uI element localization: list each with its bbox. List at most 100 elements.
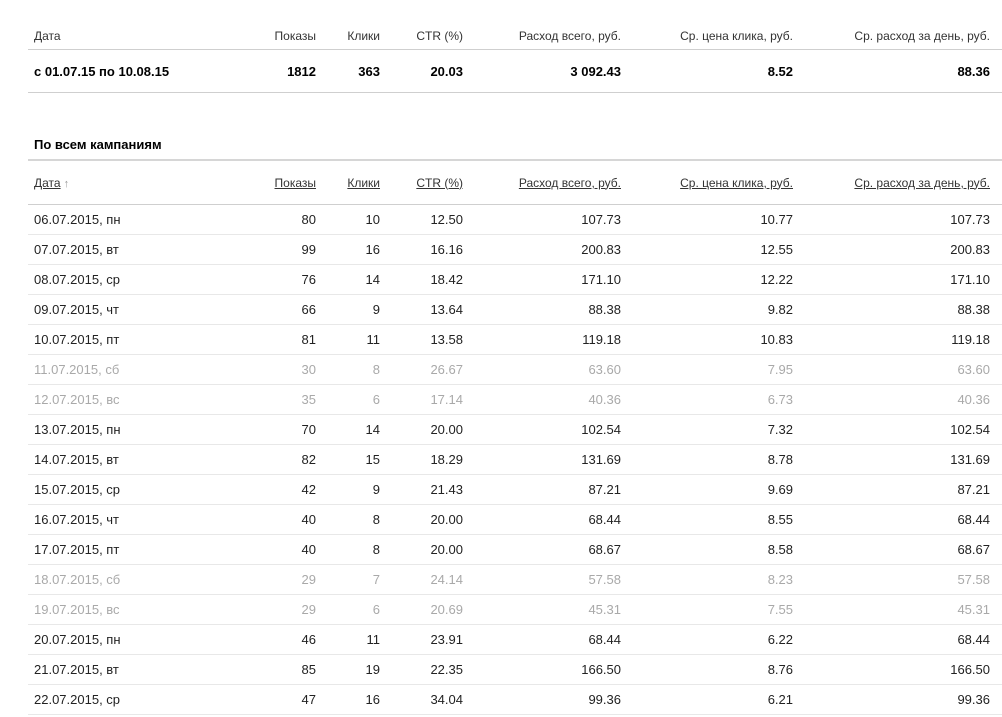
row-spend: 171.10 — [581, 272, 621, 287]
table-row: 06.07.2015, пн 80 10 12.50 107.73 10.77 107.73 — [28, 205, 1002, 235]
row-clicks: 7 — [372, 572, 380, 587]
row-per-day: 68.44 — [957, 512, 990, 527]
row-shows: 46 — [301, 632, 316, 647]
table-row: 17.07.2015, пт 40 8 20.00 68.67 8.58 68.67 — [28, 535, 1002, 565]
summary-per-day-value: 88.36 — [957, 63, 990, 79]
row-cpc: 7.55 — [767, 602, 793, 617]
row-date: 20.07.2015, пн — [34, 632, 121, 647]
table-row: 18.07.2015, сб 29 7 24.14 57.58 8.23 57.58 — [28, 565, 1002, 595]
table-row: 11.07.2015, сб 30 8 26.67 63.60 7.95 63.60 — [28, 355, 1002, 385]
row-shows: 47 — [301, 692, 316, 707]
table-row: 22.07.2015, ср 47 16 34.04 99.36 6.21 99.36 — [28, 685, 1002, 715]
row-clicks: 16 — [365, 692, 380, 707]
row-spend: 88.38 — [588, 302, 621, 317]
row-cpc: 6.21 — [767, 692, 793, 707]
row-cpc: 9.69 — [767, 482, 793, 497]
row-clicks: 19 — [365, 662, 380, 677]
sort-by-shows-header[interactable]: Показы — [208, 176, 316, 190]
table-row: 19.07.2015, вс 29 6 20.69 45.31 7.55 45.31 — [28, 595, 1002, 625]
sort-by-per-day-link[interactable]: Ср. расход за день, руб. — [854, 176, 990, 190]
row-clicks: 10 — [365, 212, 380, 227]
row-spend: 57.58 — [588, 572, 621, 587]
row-cpc: 7.95 — [767, 362, 793, 377]
table-row: 08.07.2015, ср 76 14 18.42 171.10 12.22 171.10 — [28, 265, 1002, 295]
row-shows: 70 — [301, 422, 316, 437]
row-per-day: 68.67 — [957, 542, 990, 557]
row-spend: 63.60 — [588, 362, 621, 377]
row-per-day: 87.21 — [957, 482, 990, 497]
table-row: 14.07.2015, вт 82 15 18.29 131.69 8.78 131.69 — [28, 445, 1002, 475]
row-ctr: 20.00 — [430, 542, 463, 557]
row-cpc: 7.32 — [767, 422, 793, 437]
row-clicks: 6 — [372, 392, 380, 407]
row-per-day: 119.18 — [951, 332, 990, 347]
summary-ctr-value: 20.03 — [430, 63, 463, 79]
table-row: 13.07.2015, пн 70 14 20.00 102.54 7.32 102.54 — [28, 415, 1002, 445]
row-ctr: 20.00 — [430, 422, 463, 437]
summary-shows-value: 1812 — [287, 63, 316, 79]
row-clicks: 11 — [366, 632, 381, 647]
row-date: 12.07.2015, вс — [34, 392, 120, 407]
summary-clicks-value: 363 — [358, 63, 380, 79]
table-row: 16.07.2015, чт 40 8 20.00 68.44 8.55 68.44 — [28, 505, 1002, 535]
sort-by-clicks-link[interactable]: Клики — [347, 176, 380, 190]
sort-by-spend-header[interactable]: Расход всего, руб. — [463, 176, 621, 190]
row-spend: 40.36 — [588, 392, 621, 407]
row-cpc: 12.22 — [760, 272, 793, 287]
row-cpc: 8.23 — [767, 572, 793, 587]
sort-by-ctr-header[interactable]: CTR (%) — [380, 176, 463, 190]
row-per-day: 171.10 — [950, 272, 990, 287]
row-cpc: 8.76 — [767, 662, 793, 677]
table-row: 12.07.2015, вс 35 6 17.14 40.36 6.73 40.36 — [28, 385, 1002, 415]
row-cpc: 6.73 — [767, 392, 793, 407]
row-ctr: 18.29 — [430, 452, 463, 467]
row-shows: 40 — [301, 542, 316, 557]
row-spend: 45.31 — [588, 602, 621, 617]
row-clicks: 8 — [372, 512, 380, 527]
row-per-day: 107.73 — [950, 212, 990, 227]
row-spend: 68.67 — [588, 542, 621, 557]
sort-by-date-link[interactable]: Дата — [34, 176, 61, 190]
row-cpc: 8.58 — [767, 542, 793, 557]
summary-header-date: Дата — [34, 28, 61, 43]
row-shows: 40 — [301, 512, 316, 527]
summary-cpc-value: 8.52 — [767, 63, 793, 79]
row-date: 14.07.2015, вт — [34, 452, 119, 467]
row-per-day: 40.36 — [957, 392, 990, 407]
row-clicks: 14 — [365, 422, 380, 437]
campaigns-table: Дата ↑ Показы Клики CTR (%) Расход всего,… — [28, 159, 1002, 715]
row-date: 09.07.2015, чт — [34, 302, 120, 317]
row-cpc: 10.83 — [760, 332, 793, 347]
row-date: 13.07.2015, пн — [34, 422, 121, 437]
row-clicks: 8 — [372, 542, 380, 557]
sort-by-spend-link[interactable]: Расход всего, руб. — [519, 176, 621, 190]
row-clicks: 6 — [372, 602, 380, 617]
sort-by-ctr-link[interactable]: CTR (%) — [416, 176, 463, 190]
sort-by-cpc-link[interactable]: Ср. цена клика, руб. — [680, 176, 793, 190]
row-spend: 119.18 — [582, 332, 621, 347]
row-shows: 29 — [301, 572, 316, 587]
sort-by-date-header[interactable]: Дата ↑ — [28, 176, 208, 190]
table-row: 09.07.2015, чт 66 9 13.64 88.38 9.82 88.38 — [28, 295, 1002, 325]
row-per-day: 88.38 — [957, 302, 990, 317]
sort-by-clicks-header[interactable]: Клики — [316, 176, 380, 190]
sort-ascending-icon: ↑ — [63, 177, 70, 190]
row-date: 17.07.2015, пт — [34, 542, 120, 557]
row-per-day: 45.31 — [957, 602, 990, 617]
sort-by-cpc-header[interactable]: Ср. цена клика, руб. — [621, 176, 793, 190]
row-clicks: 16 — [365, 242, 380, 257]
row-shows: 76 — [301, 272, 316, 287]
sort-by-per-day-header[interactable]: Ср. расход за день, руб. — [793, 176, 996, 190]
summary-table: Дата Показы Клики CTR (%) Расход всего, … — [28, 22, 1002, 93]
row-shows: 66 — [301, 302, 316, 317]
row-per-day: 99.36 — [957, 692, 990, 707]
row-date: 18.07.2015, сб — [34, 572, 121, 587]
row-clicks: 9 — [372, 482, 380, 497]
row-shows: 42 — [301, 482, 316, 497]
summary-values-row: с 01.07.15 по 10.08.15 1812 363 20.03 3 … — [28, 50, 1002, 93]
row-shows: 85 — [301, 662, 316, 677]
row-spend: 200.83 — [581, 242, 621, 257]
row-per-day: 63.60 — [957, 362, 990, 377]
row-spend: 166.50 — [581, 662, 621, 677]
sort-by-shows-link[interactable]: Показы — [275, 176, 316, 190]
